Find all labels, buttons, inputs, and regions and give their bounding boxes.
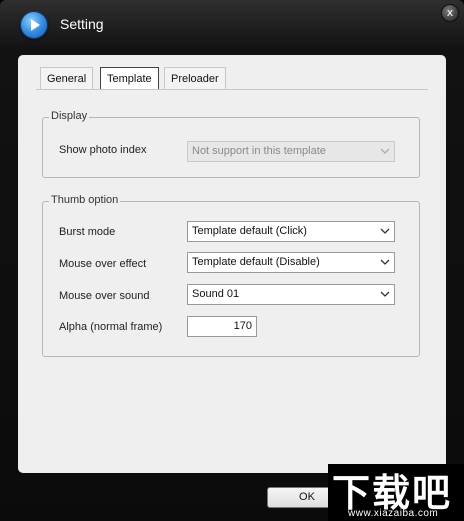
display-legend: Display <box>49 110 90 122</box>
tab-general[interactable]: General <box>40 67 94 89</box>
show-photo-index-label: Show photo index <box>59 144 147 156</box>
thumb-option-legend: Thumb option <box>49 194 121 206</box>
chevron-down-icon <box>380 228 390 234</box>
play-icon <box>20 11 48 39</box>
mouse-over-effect-select[interactable]: Template default (Disable) <box>187 252 395 273</box>
mouse-over-effect-label: Mouse over effect <box>59 258 147 270</box>
mouse-over-effect-value: Template default (Disable) <box>192 256 320 268</box>
watermark-url: www.xiazaiba.com <box>348 508 439 519</box>
tab-preloader[interactable]: Preloader <box>164 67 226 89</box>
chevron-down-icon <box>380 148 390 154</box>
tab-template[interactable]: Template <box>100 67 159 90</box>
watermark-logo: 下载吧 www.xiazaiba.com <box>328 464 464 521</box>
show-photo-index-select: Not support in this template <box>187 141 395 162</box>
settings-window: Setting x General Template Preloader Dis… <box>0 0 464 521</box>
close-icon[interactable]: x <box>441 4 459 22</box>
display-group: Display Show photo index Not support in … <box>42 110 420 178</box>
settings-panel: General Template Preloader Display Show … <box>18 55 446 473</box>
mouse-over-sound-value: Sound 01 <box>192 288 240 300</box>
chevron-down-icon <box>380 259 390 265</box>
mouse-over-sound-select[interactable]: Sound 01 <box>187 284 395 305</box>
window-title: Setting <box>60 16 104 32</box>
show-photo-index-value: Not support in this template <box>192 145 326 157</box>
alpha-input[interactable]: 170 <box>187 316 257 337</box>
burst-mode-select[interactable]: Template default (Click) <box>187 221 395 242</box>
thumb-option-group: Thumb option Burst mode Template default… <box>42 194 420 357</box>
mouse-over-sound-label: Mouse over sound <box>59 290 150 302</box>
burst-mode-value: Template default (Click) <box>192 225 307 237</box>
tab-divider <box>36 89 428 90</box>
chevron-down-icon <box>380 291 390 297</box>
burst-mode-label: Burst mode <box>59 226 116 238</box>
alpha-label: Alpha (normal frame) <box>59 321 163 333</box>
